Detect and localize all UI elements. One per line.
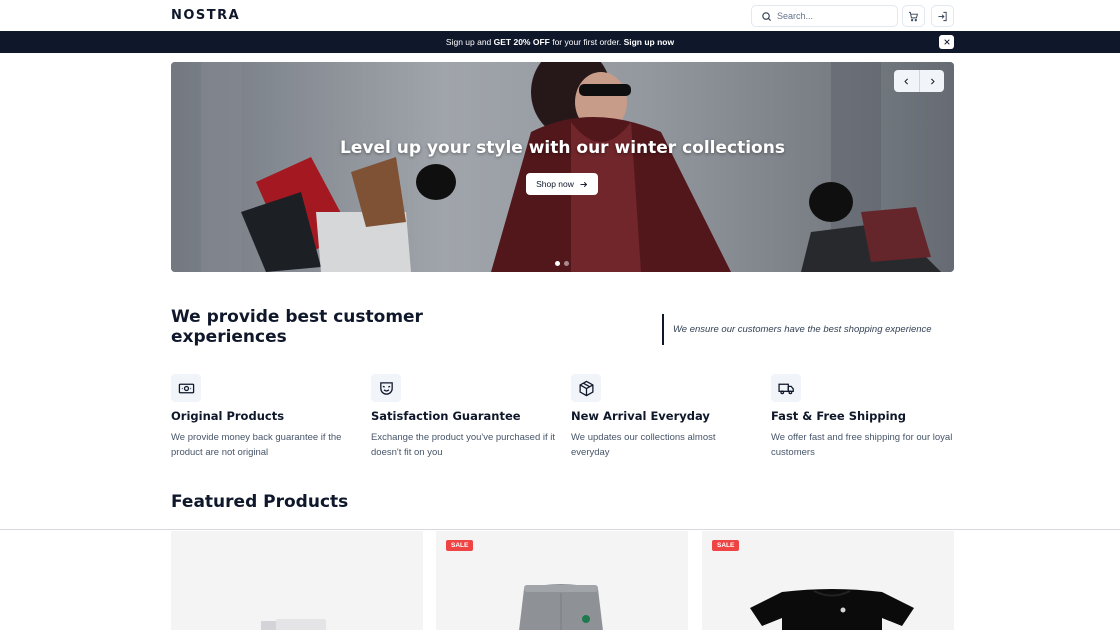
login-button[interactable] — [931, 5, 954, 27]
carousel-next-button[interactable] — [919, 70, 944, 92]
section-divider — [0, 529, 1120, 530]
sale-badge: SALE — [712, 540, 740, 551]
sale-badge: SALE — [446, 540, 474, 551]
hero-carousel: Level up your style with our winter coll… — [171, 62, 954, 272]
brand-logo[interactable]: NOSTRA — [171, 8, 240, 23]
chevron-left-icon — [904, 78, 908, 84]
cart-button[interactable] — [902, 5, 925, 27]
feature-fast-shipping: Fast & Free Shipping We offer fast and f… — [771, 374, 956, 460]
announcement-text: Sign up and GET 20% OFF for your first o… — [445, 37, 675, 47]
carousel-prev-button[interactable] — [894, 70, 919, 92]
product-card-3[interactable]: SALE — [702, 531, 954, 630]
carousel-dot-1[interactable] — [555, 261, 560, 266]
cart-icon — [908, 11, 918, 21]
feature-title: Fast & Free Shipping — [771, 409, 906, 423]
search-box[interactable] — [751, 5, 898, 27]
smile-mask-icon — [379, 381, 393, 395]
product-image-tshirt — [750, 589, 914, 630]
feature-desc: Exchange the product you've purchased if… — [371, 432, 556, 458]
feature-icon-box — [171, 374, 201, 402]
experience-subtitle: We ensure our customers have the best sh… — [673, 324, 932, 335]
announcement-bar: Sign up and GET 20% OFF for your first o… — [0, 31, 1120, 53]
search-icon — [762, 11, 772, 21]
money-icon — [178, 383, 194, 393]
feature-title: Satisfaction Guarantee — [371, 409, 521, 423]
feature-title: New Arrival Everyday — [571, 409, 710, 423]
hero-title: Level up your style with our winter coll… — [340, 138, 785, 158]
carousel-dots — [555, 261, 569, 266]
feature-desc: We provide money back guarantee if the p… — [171, 432, 342, 458]
feature-icon-box — [771, 374, 801, 402]
feature-title: Original Products — [171, 409, 285, 423]
login-icon — [938, 11, 947, 21]
feature-satisfaction-guarantee: Satisfaction Guarantee Exchange the prod… — [371, 374, 556, 460]
search-input[interactable] — [777, 11, 887, 21]
arrow-right-icon — [580, 181, 588, 187]
signup-link[interactable]: Sign up now — [624, 37, 675, 47]
feature-desc: We updates our collections almost everyd… — [571, 432, 716, 458]
package-icon — [578, 380, 594, 396]
shop-now-label: Shop now — [536, 179, 574, 189]
product-card-1[interactable] — [171, 531, 423, 630]
announcement-close-button[interactable] — [939, 35, 954, 49]
announcement-highlight: GET 20% OFF — [493, 37, 550, 47]
close-icon — [943, 39, 950, 45]
shop-now-button[interactable]: Shop now — [526, 173, 598, 195]
featured-products-title: Featured Products — [171, 492, 349, 512]
experience-title: We provide best customer experiences — [171, 307, 423, 347]
carousel-dot-2[interactable] — [564, 261, 569, 266]
carousel-nav — [894, 70, 944, 92]
product-card-2[interactable]: SALE — [436, 531, 688, 630]
feature-new-arrival: New Arrival Everyday We updates our coll… — [571, 374, 756, 460]
feature-original-products: Original Products We provide money back … — [171, 374, 356, 460]
experience-divider — [662, 314, 664, 345]
product-image-mug — [261, 619, 326, 630]
chevron-right-icon — [930, 78, 935, 84]
truck-icon — [777, 383, 794, 394]
site-header: NOSTRA — [0, 0, 1120, 31]
feature-desc: We offer fast and free shipping for our … — [771, 432, 953, 458]
product-image-shorts — [519, 584, 603, 630]
feature-icon-box — [371, 374, 401, 402]
feature-icon-box — [571, 374, 601, 402]
hero-image — [171, 62, 954, 272]
